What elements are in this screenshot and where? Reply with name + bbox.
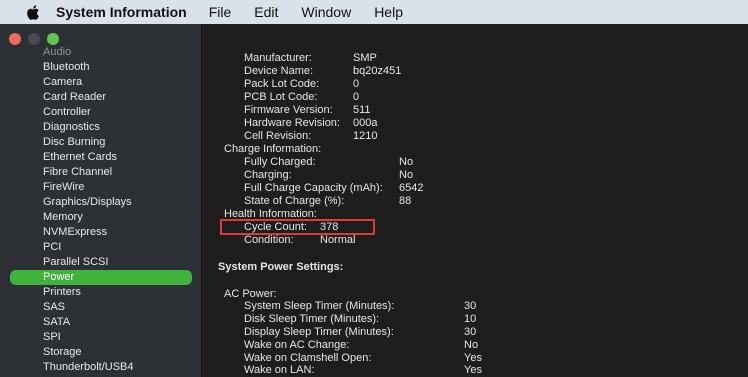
sidebar-item-disc-burning[interactable]: Disc Burning xyxy=(10,135,192,150)
detail-label: Charging: xyxy=(244,169,292,181)
menu-edit[interactable]: Edit xyxy=(254,4,278,20)
sidebar-item-diagnostics[interactable]: Diagnostics xyxy=(10,120,192,135)
sidebar-item-parallel-scsi[interactable]: Parallel SCSI xyxy=(10,255,192,270)
detail-label: Firmware Version: xyxy=(244,104,333,116)
detail-label: Hardware Revision: xyxy=(244,117,340,129)
menu-window[interactable]: Window xyxy=(301,4,351,20)
detail-value: 6542 xyxy=(399,182,424,194)
detail-label: Condition: xyxy=(244,234,294,246)
sidebar-item-nvmexpress[interactable]: NVMExpress xyxy=(10,225,192,240)
detail-label: PCB Lot Code: xyxy=(244,91,318,103)
detail-value: 30 xyxy=(464,326,477,338)
apple-menu-icon[interactable] xyxy=(22,2,42,22)
detail-value: 1210 xyxy=(353,130,378,142)
detail-value: Normal xyxy=(320,234,356,246)
system-information-window: Audio Bluetooth Camera Card Reader Contr… xyxy=(0,24,748,377)
sidebar-item-controller[interactable]: Controller xyxy=(10,105,192,120)
detail-label: State of Charge (%): xyxy=(244,195,345,207)
sidebar: Audio Bluetooth Camera Card Reader Contr… xyxy=(0,24,202,377)
detail-value: 10 xyxy=(464,313,477,325)
detail-label: System Sleep Timer (Minutes): xyxy=(244,300,395,312)
detail-label: Pack Lot Code: xyxy=(244,78,320,90)
detail-label: Full Charge Capacity (mAh): xyxy=(244,182,383,194)
sidebar-item-sas[interactable]: SAS xyxy=(10,300,192,315)
sidebar-item-spi[interactable]: SPI xyxy=(10,330,192,345)
detail-label: Cycle Count: xyxy=(244,221,307,233)
detail-value: 88 xyxy=(399,195,412,207)
sidebar-item-storage[interactable]: Storage xyxy=(10,345,192,360)
zoom-window-button[interactable] xyxy=(47,33,59,45)
cycle-count-value: 378 xyxy=(320,221,339,233)
sidebar-item-camera[interactable]: Camera xyxy=(10,75,192,90)
detail-value: 511 xyxy=(353,104,371,116)
detail-value: 30 xyxy=(464,300,477,312)
menu-help[interactable]: Help xyxy=(374,4,403,20)
sidebar-item-fibre-channel[interactable]: Fibre Channel xyxy=(10,165,192,180)
sidebar-item-graphics-displays[interactable]: Graphics/Displays xyxy=(10,195,192,210)
sidebar-item-power[interactable]: Power xyxy=(10,270,192,285)
sidebar-item-sata[interactable]: SATA xyxy=(10,315,192,330)
sidebar-list: Audio Bluetooth Camera Card Reader Contr… xyxy=(0,45,201,375)
detail-value: Yes xyxy=(464,364,482,376)
sidebar-item-thunderbolt-usb4[interactable]: Thunderbolt/USB4 xyxy=(10,360,192,375)
detail-value: SMP xyxy=(353,52,377,64)
charge-information-heading: Charge Information: xyxy=(224,143,322,155)
sidebar-item-ethernet-cards[interactable]: Ethernet Cards xyxy=(10,150,192,165)
detail-label: Cell Revision: xyxy=(244,130,312,142)
detail-value: 0 xyxy=(353,91,360,103)
menu-app-name[interactable]: System Information xyxy=(56,4,187,20)
detail-label: Device Name: xyxy=(244,65,314,77)
detail-label: Display Sleep Timer (Minutes): xyxy=(244,326,394,338)
detail-value: 0 xyxy=(353,78,360,90)
sidebar-item-memory[interactable]: Memory xyxy=(10,210,192,225)
detail-label: Wake on LAN: xyxy=(244,364,315,376)
window-controls xyxy=(9,33,59,45)
sidebar-item-card-reader[interactable]: Card Reader xyxy=(10,90,192,105)
sidebar-item-pci[interactable]: PCI xyxy=(10,240,192,255)
detail-value: No xyxy=(399,169,414,181)
detail-label: Manufacturer: xyxy=(244,52,312,64)
detail-value: bq20z451 xyxy=(353,65,402,77)
system-power-settings-heading: System Power Settings: xyxy=(218,261,344,273)
close-window-button[interactable] xyxy=(9,33,21,45)
detail-label: Fully Charged: xyxy=(244,156,316,168)
sidebar-item-printers[interactable]: Printers xyxy=(10,285,192,300)
detail-value: No xyxy=(399,156,414,168)
detail-label: Disk Sleep Timer (Minutes): xyxy=(244,313,380,325)
detail-value: 000a xyxy=(353,117,378,129)
menu-file[interactable]: File xyxy=(209,4,232,20)
minimize-window-button[interactable] xyxy=(28,33,40,45)
sidebar-item-audio[interactable]: Audio xyxy=(10,45,192,60)
detail-pane: Manufacturer: SMP Device Name: bq20z451 Pa… xyxy=(203,24,748,377)
detail-value: No xyxy=(464,339,479,351)
menu-bar: System Information File Edit Window Help xyxy=(0,0,748,24)
sidebar-item-bluetooth[interactable]: Bluetooth xyxy=(10,60,192,75)
sidebar-item-firewire[interactable]: FireWire xyxy=(10,180,192,195)
detail-label: Wake on AC Change: xyxy=(244,339,350,351)
